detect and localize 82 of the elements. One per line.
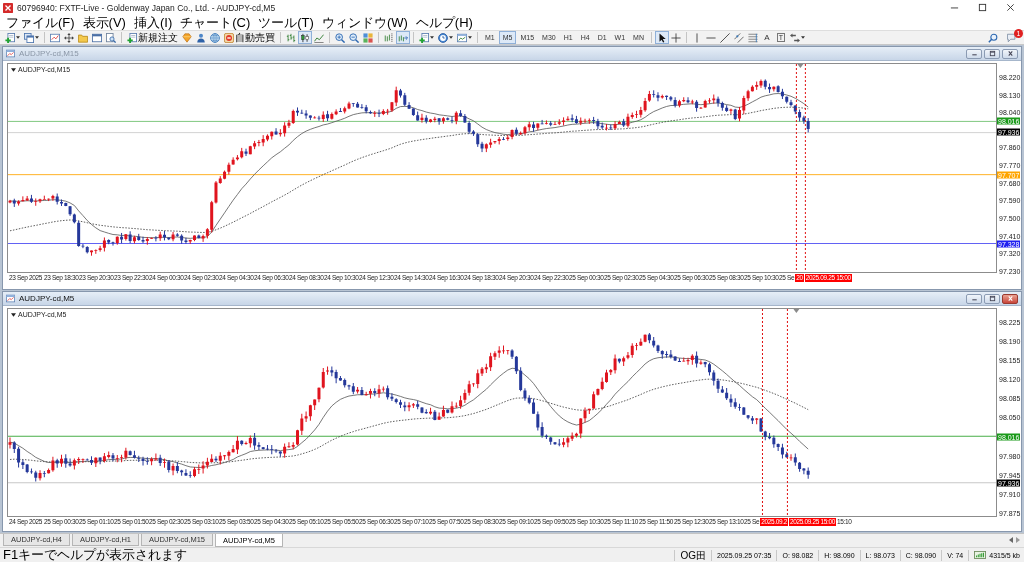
close-button[interactable]	[1002, 293, 1018, 304]
trend-line-button[interactable]	[717, 31, 732, 44]
tile-windows-button[interactable]	[361, 31, 375, 44]
order-button[interactable]: 新規注文	[125, 31, 180, 44]
chart-window-icon	[6, 294, 15, 303]
templates-button[interactable]	[455, 31, 474, 44]
maximize-icon	[977, 3, 987, 12]
candlesticks-button[interactable]	[298, 31, 312, 44]
candlestick-icon	[300, 32, 310, 43]
chart-window-icon	[50, 32, 60, 43]
scroll-left-icon[interactable]	[1009, 537, 1013, 543]
zoom-in-icon	[335, 32, 345, 43]
chart-shift-button[interactable]	[382, 31, 396, 44]
document-plus-icon	[127, 32, 137, 43]
gem-icon	[182, 32, 192, 43]
scroll-right-icon[interactable]	[1016, 537, 1020, 543]
chart-window-title: AUDJPY-cd,M5	[19, 294, 75, 303]
close-icon	[1005, 3, 1015, 12]
template-icon	[457, 32, 467, 43]
folder-icon	[78, 32, 88, 43]
zoom-out-icon	[349, 32, 359, 43]
menu-item[interactable]: ファイル(F)	[2, 15, 79, 30]
gem-button[interactable]	[180, 31, 194, 44]
line-chart-icon	[314, 32, 324, 43]
zoom-in-button[interactable]	[333, 31, 347, 44]
dropdown-triangle-icon[interactable]	[11, 68, 16, 72]
text-tool-button[interactable]: A	[759, 31, 774, 44]
restore-button[interactable]	[984, 48, 1000, 59]
menu-item[interactable]: ヘルプ(H)	[411, 15, 477, 30]
auto-scroll-button[interactable]	[396, 31, 410, 44]
chart-window-icon	[6, 49, 15, 58]
person-button[interactable]	[194, 31, 208, 44]
crosshair-icon	[670, 32, 681, 43]
profile-name: OG田	[674, 549, 711, 561]
stop-sign-icon	[224, 32, 234, 43]
clock-icon	[438, 32, 448, 43]
cursor-button[interactable]	[654, 31, 669, 44]
arrow-marks-icon	[789, 32, 800, 43]
auto-trading-button[interactable]: 自動売買	[222, 31, 277, 44]
globe-button[interactable]	[208, 31, 222, 44]
menu-item[interactable]: 表示(V)	[78, 15, 130, 30]
document-search-button[interactable]	[104, 31, 118, 44]
ohlc-bars-icon	[286, 32, 296, 43]
periods-button[interactable]	[436, 31, 455, 44]
arrows-button[interactable]	[787, 31, 807, 44]
dropdown-triangle-icon[interactable]	[11, 313, 16, 317]
connection-bars-icon	[974, 551, 987, 559]
menu-item[interactable]: ツール(T)	[254, 15, 318, 30]
fibonacci-icon	[747, 32, 758, 43]
move-arrows-icon	[64, 32, 74, 43]
close-icon	[1005, 50, 1015, 57]
restore-icon	[987, 295, 997, 302]
close-icon	[1005, 295, 1015, 302]
chart-window-button[interactable]	[48, 31, 62, 44]
profiles-button[interactable]	[22, 31, 41, 44]
menu-item[interactable]: チャート(C)	[176, 15, 255, 30]
document-plus-icon	[419, 32, 429, 43]
search-button[interactable]	[986, 31, 1000, 44]
document-plus-icon	[5, 32, 15, 43]
trend-line-icon	[719, 32, 730, 43]
chart-shift-icon	[384, 32, 394, 43]
move-arrows-button[interactable]	[62, 31, 76, 44]
indicators-button[interactable]	[417, 31, 436, 44]
menu-item[interactable]: 挿入(I)	[129, 15, 177, 30]
fibonacci-button[interactable]	[745, 31, 760, 44]
ohlc-bars-button[interactable]	[284, 31, 298, 44]
restore-button[interactable]	[984, 293, 1000, 304]
tile-windows-icon	[363, 32, 373, 43]
document-search-icon	[106, 32, 116, 43]
status-help-text: F1キーでヘルプが表示されます	[2, 548, 189, 562]
menu-item[interactable]: ウィンドウ(W)	[317, 15, 412, 30]
globe-icon	[210, 32, 220, 43]
restore-icon	[987, 50, 997, 57]
new-chart-button[interactable]	[3, 31, 22, 44]
chart-window-title: AUDJPY-cd,M15	[19, 49, 79, 58]
close-button[interactable]	[1002, 48, 1018, 59]
zoom-out-button[interactable]	[347, 31, 361, 44]
window-title: 60796940: FXTF-Live - Goldenway Japan Co., Ltd. - AUDJPY-cd,M5	[17, 2, 276, 13]
person-icon	[196, 32, 206, 43]
window-icon	[92, 32, 102, 43]
stacked-windows-icon	[24, 32, 34, 43]
window-button[interactable]	[90, 31, 104, 44]
